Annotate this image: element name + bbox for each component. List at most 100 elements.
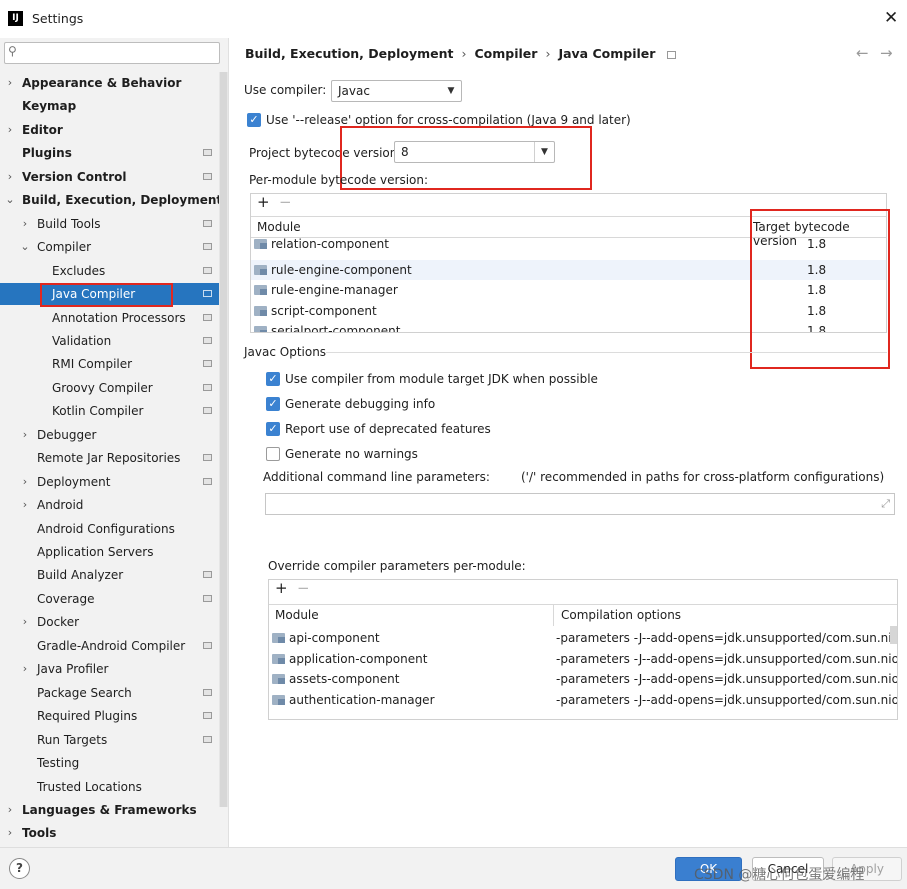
- sidebar-item-trusted-locations[interactable]: Trusted Locations: [0, 776, 219, 798]
- sidebar-item-appearance-behavior[interactable]: › Appearance & Behavior: [0, 72, 219, 94]
- project-settings-icon: [203, 735, 212, 743]
- project-settings-icon: [203, 477, 212, 485]
- chevron-right-icon[interactable]: ›: [20, 424, 30, 446]
- chevron-right-icon[interactable]: ›: [20, 471, 30, 493]
- breadcrumb-item[interactable]: Compiler: [474, 46, 537, 61]
- sidebar-item-debugger[interactable]: › Debugger: [0, 424, 219, 446]
- sidebar-item-label: Version Control: [22, 169, 127, 184]
- sidebar-item-excludes[interactable]: Excludes: [0, 260, 219, 282]
- sidebar-item-label: Application Servers: [37, 545, 154, 559]
- table-row[interactable]: authentication-manager -parameters -J--ad…: [269, 690, 897, 710]
- sidebar-item-testing[interactable]: Testing: [0, 752, 219, 774]
- compilation-options[interactable]: -parameters -J--add-opens=jdk.unsupporte…: [556, 628, 897, 648]
- sidebar-item-coverage[interactable]: Coverage: [0, 588, 219, 610]
- release-option-checkbox[interactable]: ✓: [247, 113, 261, 127]
- column-divider[interactable]: [553, 605, 554, 626]
- sidebar-item-groovy-compiler[interactable]: Groovy Compiler: [0, 377, 219, 399]
- chevron-right-icon[interactable]: ›: [20, 658, 30, 680]
- project-settings-icon: [203, 149, 212, 157]
- module-name: rule-engine-manager: [271, 283, 398, 297]
- sidebar-item-editor[interactable]: › Editor: [0, 119, 219, 141]
- help-button[interactable]: ?: [9, 858, 30, 879]
- module-jdk-checkbox[interactable]: ✓: [266, 372, 280, 386]
- sidebar-item-label: Build Analyzer: [37, 568, 124, 583]
- table-row[interactable]: api-component -parameters -J--add-opens=j…: [269, 628, 897, 648]
- sidebar-item-build-execution-deployment[interactable]: ⌄ Build, Execution, Deployment: [0, 189, 222, 211]
- sidebar-item-kotlin-compiler[interactable]: Kotlin Compiler: [0, 400, 219, 422]
- sidebar-item-deployment[interactable]: › Deployment: [0, 471, 219, 493]
- sidebar-item-docker[interactable]: › Docker: [0, 611, 219, 633]
- deprecated-features-checkbox[interactable]: ✓: [266, 422, 280, 436]
- chevron-right-icon[interactable]: ›: [20, 494, 30, 516]
- column-header-module[interactable]: Module: [275, 608, 319, 622]
- debugging-info-label: Generate debugging info: [285, 397, 436, 411]
- sidebar-item-validation[interactable]: Validation: [0, 330, 219, 352]
- chevron-down-icon[interactable]: ⌄: [5, 189, 15, 211]
- sidebar-item-application-servers[interactable]: Application Servers: [0, 541, 219, 563]
- chevron-right-icon[interactable]: ›: [5, 72, 15, 94]
- page-settings-icon[interactable]: [667, 50, 677, 59]
- sidebar-item-run-targets[interactable]: Run Targets: [0, 729, 219, 751]
- sidebar-item-compiler[interactable]: ⌄ Compiler: [0, 236, 219, 258]
- chevron-right-icon[interactable]: ›: [20, 611, 30, 633]
- sidebar-item-android-configurations[interactable]: Android Configurations: [0, 518, 219, 540]
- sidebar-item-plugins[interactable]: Plugins: [0, 142, 219, 164]
- add-icon[interactable]: +: [275, 580, 288, 597]
- column-header-module[interactable]: Module: [257, 220, 301, 234]
- project-settings-icon: [203, 172, 212, 180]
- expand-icon[interactable]: ⤢: [881, 497, 890, 511]
- sidebar-item-languages-frameworks[interactable]: › Languages & Frameworks: [0, 799, 219, 821]
- remove-icon[interactable]: −: [279, 194, 292, 211]
- sidebar-scrollbar-thumb[interactable]: [220, 72, 227, 807]
- settings-search[interactable]: ⚲: [4, 42, 220, 64]
- sidebar-item-required-plugins[interactable]: Required Plugins: [0, 705, 219, 727]
- chevron-right-icon[interactable]: ›: [20, 213, 30, 235]
- add-icon[interactable]: +: [257, 194, 270, 211]
- back-arrow-icon[interactable]: ←: [856, 44, 869, 62]
- section-divider: [326, 352, 887, 353]
- forward-arrow-icon[interactable]: →: [880, 44, 893, 62]
- table-row[interactable]: application-component -parameters -J--add…: [269, 649, 897, 669]
- cmd-params-field[interactable]: ⤢: [265, 493, 895, 515]
- chevron-down-icon[interactable]: ⌄: [20, 236, 30, 258]
- sidebar-item-label: Android Configurations: [37, 521, 175, 536]
- breadcrumb-item: Java Compiler: [558, 46, 656, 61]
- use-compiler-combo[interactable]: Javac ▼: [331, 80, 462, 102]
- override-params-table: + − Module Compilation options api-compo…: [268, 579, 898, 720]
- sidebar-item-android[interactable]: › Android: [0, 494, 219, 516]
- sidebar-item-tools[interactable]: › Tools: [0, 822, 219, 844]
- module-folder-icon: [254, 285, 267, 295]
- compilation-options[interactable]: -parameters -J--add-opens=jdk.unsupporte…: [556, 690, 897, 710]
- project-settings-icon: [203, 266, 212, 274]
- sidebar-item-gradle-android-compiler[interactable]: Gradle-Android Compiler: [0, 635, 219, 657]
- sidebar-item-build-tools[interactable]: › Build Tools: [0, 213, 219, 235]
- chevron-right-icon[interactable]: ›: [5, 822, 15, 844]
- sidebar-item-version-control[interactable]: › Version Control: [0, 166, 219, 188]
- sidebar-item-build-analyzer[interactable]: Build Analyzer: [0, 564, 219, 586]
- chevron-right-icon[interactable]: ›: [5, 119, 15, 141]
- per-module-label: Per-module bytecode version:: [249, 173, 429, 187]
- search-input[interactable]: [25, 44, 215, 62]
- compilation-options[interactable]: -parameters -J--add-opens=jdk.unsupporte…: [556, 669, 897, 689]
- close-icon[interactable]: ✕: [884, 8, 898, 28]
- sidebar-item-annotation-processors[interactable]: Annotation Processors: [0, 307, 219, 329]
- sidebar-item-java-profiler[interactable]: › Java Profiler: [0, 658, 219, 680]
- sidebar-item-rmi-compiler[interactable]: RMI Compiler: [0, 353, 219, 375]
- table-row[interactable]: · · · · · · · · · · · · · · · · · · · · …: [269, 708, 889, 719]
- sidebar-item-label: Remote Jar Repositories: [37, 451, 181, 466]
- sidebar-item-keymap[interactable]: Keymap: [0, 95, 219, 117]
- debugging-info-checkbox[interactable]: ✓: [266, 397, 280, 411]
- window-title: Settings: [32, 11, 84, 26]
- column-header-compilation-options[interactable]: Compilation options: [561, 608, 681, 622]
- table-row[interactable]: assets-component -parameters -J--add-open…: [269, 669, 897, 689]
- compilation-options[interactable]: -parameters -J--add-opens=jdk.unsupporte…: [556, 649, 897, 669]
- no-warnings-checkbox[interactable]: [266, 447, 280, 461]
- sidebar-scrollbar[interactable]: [219, 72, 228, 807]
- chevron-right-icon[interactable]: ›: [5, 166, 15, 188]
- breadcrumb-item[interactable]: Build, Execution, Deployment: [245, 46, 453, 61]
- remove-icon[interactable]: −: [297, 580, 310, 597]
- table-scrollbar[interactable]: [890, 626, 897, 644]
- sidebar-item-package-search[interactable]: Package Search: [0, 682, 219, 704]
- sidebar-item-remote-jar-repositories[interactable]: Remote Jar Repositories: [0, 447, 219, 469]
- chevron-right-icon[interactable]: ›: [5, 799, 15, 821]
